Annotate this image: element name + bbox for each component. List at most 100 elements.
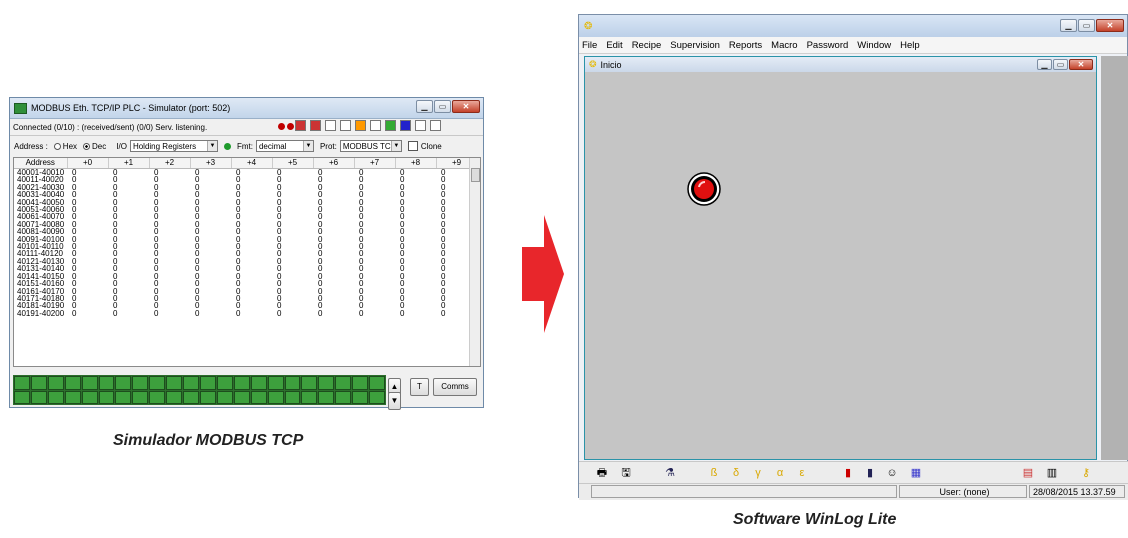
coil-led[interactable] [47, 390, 64, 404]
coil-led[interactable] [30, 376, 47, 390]
user-icon[interactable]: ☺ [885, 466, 899, 480]
table-row[interactable]: 40161-40170 0 0 0 0 0 0 0 0 0 0 [14, 287, 477, 295]
table-row[interactable]: 40131-40140 0 0 0 0 0 0 0 0 0 0 [14, 265, 477, 273]
document-icon[interactable]: ▥ [1045, 466, 1059, 480]
coil-led[interactable] [64, 376, 81, 390]
book-2-icon[interactable]: ▮ [863, 466, 877, 480]
eraser-icon[interactable] [340, 120, 351, 131]
menu-item-edit[interactable]: Edit [606, 40, 622, 51]
table-row[interactable]: 40091-40100 0 0 0 0 0 0 0 0 0 0 [14, 235, 477, 243]
coil-led[interactable] [352, 390, 369, 404]
menu-item-recipe[interactable]: Recipe [632, 40, 662, 51]
table-row[interactable]: 40031-40040 0 0 0 0 0 0 0 0 0 0 [14, 190, 477, 198]
coil-led[interactable] [14, 376, 30, 390]
coil-led[interactable] [200, 376, 216, 390]
menu-item-password[interactable]: Password [807, 40, 849, 51]
inicio-titlebar[interactable]: ❂ Inicio ▁ ▭ ✕ [585, 57, 1096, 72]
simulator-titlebar[interactable]: MODBUS Eth. TCP/IP PLC - Simulator (port… [10, 98, 483, 119]
coil-led[interactable] [183, 376, 199, 390]
coil-led[interactable] [284, 390, 301, 404]
coil-led[interactable] [14, 390, 30, 404]
t-button[interactable]: T [410, 378, 429, 396]
coil-led[interactable] [30, 390, 47, 404]
menu-item-supervision[interactable]: Supervision [670, 40, 720, 51]
comms-button[interactable]: Comms [433, 378, 477, 396]
table-row[interactable]: 40181-40190 0 0 0 0 0 0 0 0 0 0 [14, 302, 477, 310]
table-row[interactable]: 40001-40010 0 0 0 0 0 0 0 0 0 0 [14, 169, 477, 177]
maximize-button[interactable]: ▭ [434, 100, 451, 113]
alarm-4-icon[interactable]: α [773, 466, 787, 480]
book-icon[interactable]: ▮ [841, 466, 855, 480]
red-lamp-icon[interactable] [687, 172, 721, 206]
table-row[interactable]: 40121-40130 0 0 0 0 0 0 0 0 0 0 [14, 257, 477, 265]
inicio-minimize-button[interactable]: ▁ [1037, 59, 1052, 70]
fmt-select[interactable]: decimal ▼ [255, 140, 314, 152]
hex-radio[interactable] [53, 142, 61, 150]
table-row[interactable]: 40191-40200 0 0 0 0 0 0 0 0 0 0 [14, 309, 477, 317]
prot-select[interactable]: MODBUS TCP ▼ [339, 140, 402, 152]
menu-item-file[interactable]: File [582, 40, 597, 51]
winlog-minimize-button[interactable]: ▁ [1060, 19, 1077, 32]
table-row[interactable]: 40101-40110 0 0 0 0 0 0 0 0 0 0 [14, 242, 477, 250]
table-row[interactable]: 40011-40020 0 0 0 0 0 0 0 0 0 0 [14, 176, 477, 184]
coil-led[interactable] [335, 390, 352, 404]
coil-led[interactable] [369, 390, 385, 404]
register-cell[interactable]: 0 [190, 309, 231, 317]
coil-led[interactable] [284, 376, 301, 390]
tool-1-icon[interactable]: 🖶 [595, 466, 609, 480]
coil-led[interactable] [216, 390, 233, 404]
coil-led[interactable] [335, 376, 352, 390]
settings-icon[interactable] [430, 120, 441, 131]
coil-led[interactable] [149, 390, 166, 404]
winlog-titlebar[interactable]: ❂ ▁ ▭ ✕ [579, 15, 1127, 37]
register-cell[interactable]: 0 [272, 309, 313, 317]
winlog-close-button[interactable]: ✕ [1096, 19, 1124, 32]
coil-led[interactable] [149, 376, 166, 390]
table-row[interactable]: 40111-40120 0 0 0 0 0 0 0 0 0 0 [14, 250, 477, 258]
menu-item-reports[interactable]: Reports [729, 40, 762, 51]
table-row[interactable]: 40081-40090 0 0 0 0 0 0 0 0 0 0 [14, 228, 477, 236]
coil-led[interactable] [81, 390, 98, 404]
flask-icon[interactable]: ⚗ [663, 466, 677, 480]
table-row[interactable]: 40051-40060 0 0 0 0 0 0 0 0 0 0 [14, 205, 477, 213]
clone-checkbox[interactable] [407, 141, 418, 151]
coil-led[interactable] [81, 376, 98, 390]
io-select[interactable]: Holding Registers ▼ [129, 140, 218, 152]
register-cell[interactable]: 0 [313, 309, 354, 317]
alarm-3-icon[interactable]: γ [751, 466, 765, 480]
menu-item-help[interactable]: Help [900, 40, 920, 51]
coil-led[interactable] [115, 390, 132, 404]
key-icon[interactable]: ⚷ [1079, 466, 1093, 480]
grid-icon[interactable] [385, 120, 396, 131]
minimize-button[interactable]: ▁ [416, 100, 433, 113]
register-cell[interactable]: 0 [108, 309, 149, 317]
report-icon[interactable]: ▤ [1021, 466, 1035, 480]
coil-led[interactable] [115, 376, 132, 390]
edit-icon[interactable] [325, 120, 336, 131]
grid-icon[interactable]: ▦ [909, 466, 923, 480]
winlog-maximize-button[interactable]: ▭ [1078, 19, 1095, 32]
table-row[interactable]: 40151-40160 0 0 0 0 0 0 0 0 0 0 [14, 279, 477, 287]
plc2-icon[interactable] [310, 120, 321, 131]
coil-led[interactable] [47, 376, 64, 390]
table-row[interactable]: 40071-40080 0 0 0 0 0 0 0 0 0 0 [14, 220, 477, 228]
grid-scrollbar[interactable] [469, 158, 480, 366]
coil-led[interactable] [216, 376, 233, 390]
coil-led[interactable] [318, 390, 335, 404]
coil-led[interactable] [132, 390, 149, 404]
alarm-5-icon[interactable]: ε [795, 466, 809, 480]
coil-led[interactable] [166, 376, 183, 390]
coil-led[interactable] [301, 390, 318, 404]
coil-led[interactable] [369, 376, 385, 390]
alarm-2-icon[interactable]: δ [729, 466, 743, 480]
coil-led[interactable] [301, 376, 318, 390]
coil-led[interactable] [250, 376, 267, 390]
coil-led[interactable] [233, 376, 250, 390]
display-icon[interactable] [400, 120, 411, 131]
menu-item-macro[interactable]: Macro [771, 40, 797, 51]
register-cell[interactable]: 0 [149, 309, 190, 317]
zap-icon[interactable] [355, 120, 366, 131]
alarm-1-icon[interactable]: ß [707, 466, 721, 480]
scroll-down-button[interactable]: ▼ [388, 392, 401, 410]
table-row[interactable]: 40141-40150 0 0 0 0 0 0 0 0 0 0 [14, 272, 477, 280]
